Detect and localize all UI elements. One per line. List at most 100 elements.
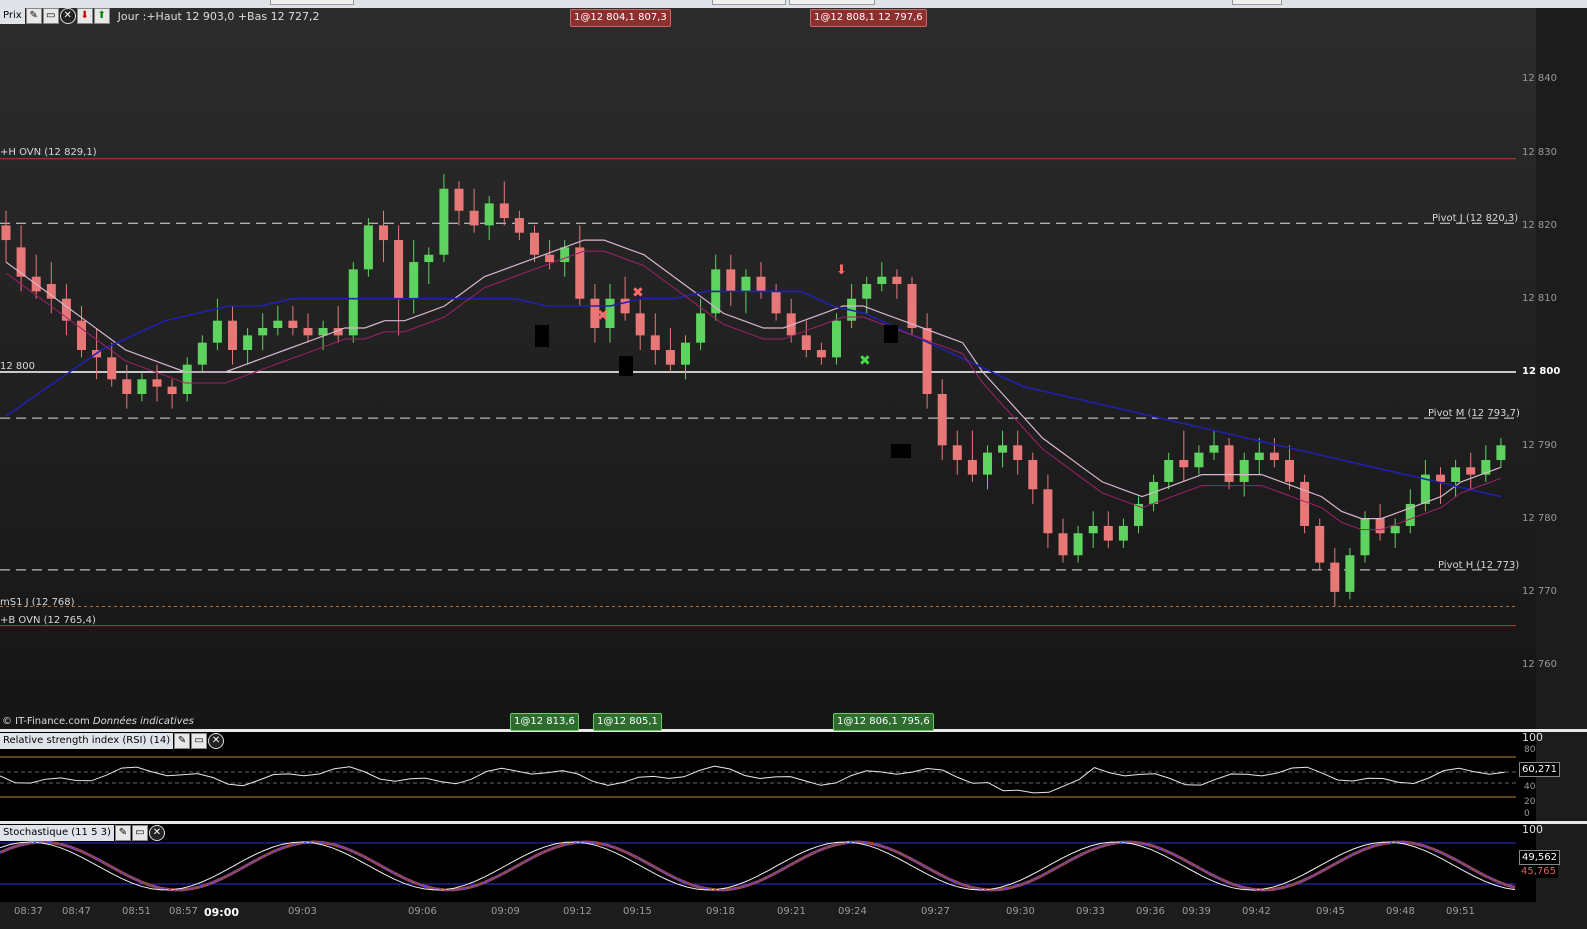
candle-body [409,262,419,299]
time-tick: 09:33 [1076,906,1105,917]
candle-body [1390,525,1400,534]
time-tick: 08:51 [122,906,151,917]
y-tick: 12 800 [1522,366,1561,377]
candle-body [1028,459,1038,490]
y-tick: 12 830 [1522,147,1557,158]
stochastic-label: Stochastique (11 5 3) [0,825,114,841]
candle-body [681,342,690,365]
level-label-h-ovn: +H OVN (12 829,1) [0,147,97,158]
candle-body [394,240,404,299]
candle-body [650,335,660,351]
cross-icon: ✖ [632,285,644,301]
window-icon[interactable]: ▭ [131,825,148,841]
stochastic-tick: 100 [1522,823,1543,836]
candle-body [137,379,147,394]
candle-body [1058,533,1068,556]
candle-body [1436,474,1445,482]
candle-body [1194,452,1204,468]
candle-body [182,364,192,394]
candle-body [288,320,298,329]
close-icon[interactable]: ✕ [148,825,165,841]
buy-order-label: 1@12 805,1 [597,716,658,727]
sell-order-tag[interactable]: 1@12 804,1 807,3 [570,9,671,27]
sell-order-price: 12 797,6 [878,12,923,23]
time-tick: 09:48 [1386,906,1415,917]
entry-marker [891,444,911,458]
candle-body [107,357,117,380]
time-tick: 09:45 [1316,906,1345,917]
candle-body [665,350,675,365]
candle-body [892,276,902,285]
candle-body [726,269,736,292]
candle-body [1269,452,1279,460]
candle-body [379,225,388,241]
rsi-tick: 100 [1522,731,1543,744]
close-icon[interactable]: ✕ [208,733,225,749]
stochastic-value-k: 49,562 [1519,850,1560,865]
candle-body [1088,525,1098,534]
candle-body [348,269,358,336]
candle-body [530,232,539,255]
candle-body [1285,459,1294,482]
window-icon[interactable]: ▭ [42,8,59,24]
time-tick: 09:42 [1242,906,1271,917]
buy-order-tag[interactable]: 1@12 813,6 [510,713,579,731]
level-label-12800: 12 800 [0,361,35,372]
sma-fast-line [5,239,1502,520]
buy-order-tag[interactable]: 1@12 806,1 795,6 [833,713,934,731]
buy-order-tag[interactable]: 1@12 805,1 [593,713,662,731]
rsi-line [0,765,1505,794]
time-tick: 08:57 [169,906,198,917]
time-tick: 09:12 [563,906,592,917]
candle-body [998,445,1008,453]
time-tick: 08:37 [14,906,43,917]
cross-icon: ✖ [859,353,871,369]
wrench-icon[interactable]: ✎ [174,733,191,749]
candle-body [1375,518,1385,534]
candle-body [1224,445,1234,482]
y-tick: 12 810 [1522,293,1557,304]
y-tick: 12 790 [1522,440,1557,451]
close-icon[interactable]: ✕ [59,8,76,24]
candle-body [1315,525,1325,563]
candle-body [484,203,494,226]
candle-body [741,276,751,292]
time-tick: 09:15 [623,906,652,917]
y-tick: 12 780 [1522,513,1557,524]
rsi-toolbar: Relative strength index (RSI) (14) ✎ ▭ ✕ [0,733,225,749]
price-chart: ✖ ✖ ✖ ⬇ [0,158,1516,892]
cross-icon: ✖ [597,308,609,324]
candle-body [832,320,841,358]
time-tick: 09:51 [1446,906,1475,917]
rsi-tick: 0 [1524,809,1530,819]
candle-body [1209,445,1219,453]
level-label-pivot-h: Pivot H (12 773) [1438,560,1520,571]
time-tick: 09:06 [408,906,437,917]
candle-body [1164,459,1174,482]
buy-order-price: 795,6 [901,716,930,727]
candle-body [167,386,177,394]
candle-body [77,320,86,351]
sell-order-tag[interactable]: 1@12 808,1 12 797,6 [810,9,927,27]
candle-body [1118,525,1128,541]
candle-body [122,379,132,394]
window-icon[interactable]: ▭ [191,733,208,749]
candle-body [1239,459,1249,482]
candle-body [1103,525,1113,541]
envelope-line [5,250,1502,531]
up-arrow-icon[interactable]: ⬆ [93,8,110,24]
stoch-d-line [0,840,1516,892]
candle-body [1073,533,1083,556]
candle-body [952,445,962,460]
candle-body [243,335,253,351]
candle-body [1043,489,1053,534]
down-arrow-icon[interactable]: ⬇ [76,8,93,24]
wrench-icon[interactable]: ✎ [114,825,131,841]
wrench-icon[interactable]: ✎ [25,8,42,24]
candle-body [469,210,479,226]
candle-body [499,203,509,219]
candle-body [922,328,932,394]
candle-body [756,276,766,292]
copyright-text: © IT-Finance.com Données indicatives [2,716,194,727]
candle-body [877,276,887,285]
